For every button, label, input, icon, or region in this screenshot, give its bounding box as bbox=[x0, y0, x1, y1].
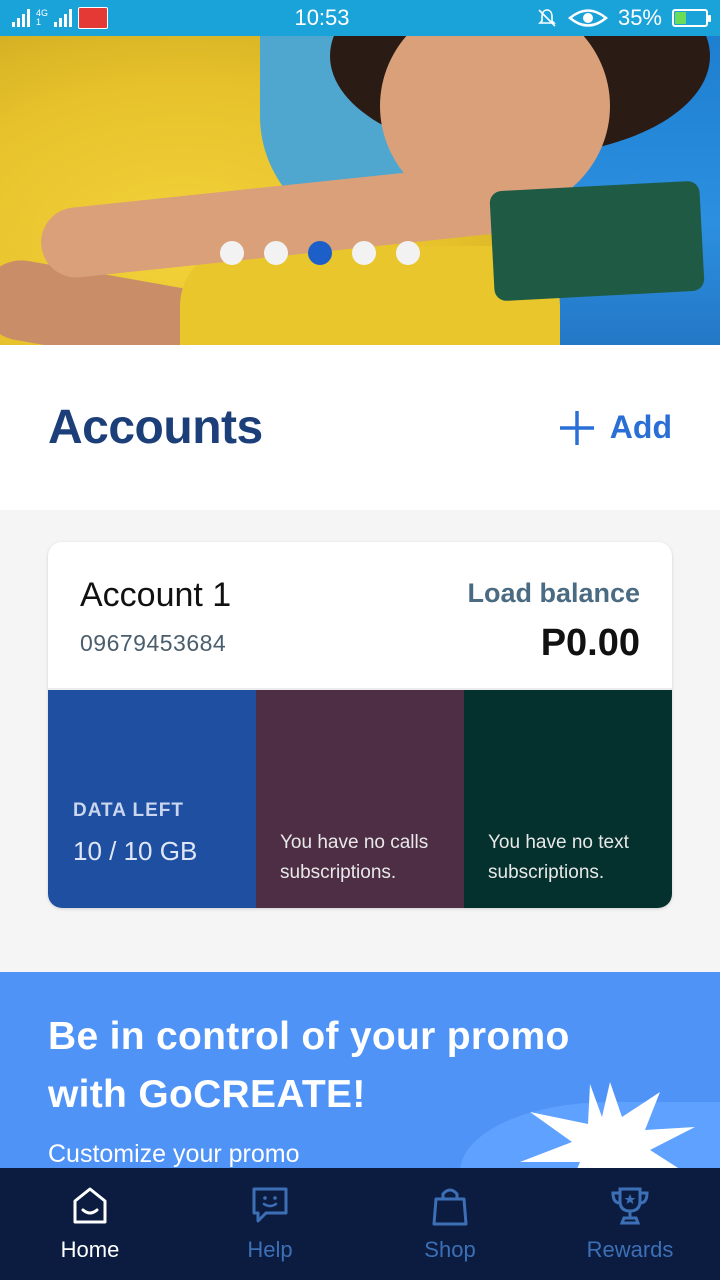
gocreate-promo-banner[interactable]: Be in control of your promo with GoCREAT… bbox=[0, 972, 720, 1168]
network-type-label: 4G 1 bbox=[36, 9, 48, 27]
account-card[interactable]: Account 1 09679453684 Load balance P0.00… bbox=[48, 542, 672, 908]
accounts-title: Accounts bbox=[48, 401, 263, 454]
data-left-value: 10 / 10 GB bbox=[73, 836, 198, 866]
nav-shop[interactable]: Shop bbox=[360, 1168, 540, 1280]
subscription-tiles: DATA LEFT 10 / 10 GB You have no calls s… bbox=[48, 690, 672, 908]
data-tile[interactable]: DATA LEFT 10 / 10 GB bbox=[48, 690, 256, 908]
home-icon bbox=[73, 1187, 107, 1224]
signal-strength-icon bbox=[12, 9, 30, 27]
carousel-dot-1[interactable] bbox=[220, 241, 244, 265]
bottom-navigation: Home Help Shop Rewards bbox=[0, 1168, 720, 1280]
battery-icon bbox=[672, 9, 711, 27]
account-name: Account 1 bbox=[80, 576, 232, 614]
texts-tile[interactable]: You have no text subscriptions. bbox=[464, 690, 672, 908]
accounts-header: Accounts Add bbox=[0, 345, 720, 510]
data-left-label: DATA LEFT bbox=[73, 800, 185, 821]
account-number: 09679453684 bbox=[80, 630, 227, 656]
load-balance-value: P0.00 bbox=[540, 622, 640, 664]
add-account-button[interactable]: Add bbox=[558, 409, 672, 447]
status-right: 35% bbox=[536, 5, 711, 31]
load-balance-label: Load balance bbox=[467, 578, 640, 608]
nav-help-label: Help bbox=[247, 1237, 293, 1262]
carousel-dot-3[interactable] bbox=[308, 241, 332, 265]
nav-home-label: Home bbox=[60, 1237, 120, 1262]
status-bar: 4G 1 10:53 35% bbox=[0, 0, 720, 36]
nav-shop-label: Shop bbox=[424, 1237, 476, 1262]
calls-tile[interactable]: You have no calls subscriptions. bbox=[256, 690, 464, 908]
trophy-icon bbox=[611, 1187, 649, 1225]
nav-rewards-label: Rewards bbox=[586, 1237, 674, 1262]
carousel-dot-5[interactable] bbox=[396, 241, 420, 265]
app-notification-icon bbox=[78, 7, 109, 29]
promo-subtitle: Customize your promo bbox=[48, 1140, 300, 1168]
chat-icon bbox=[252, 1187, 288, 1223]
account-card-header: Account 1 09679453684 Load balance P0.00 bbox=[48, 542, 672, 690]
carousel-indicator bbox=[0, 241, 720, 265]
shopping-bag-icon bbox=[432, 1188, 468, 1226]
signal-strength-icon-2 bbox=[54, 9, 73, 27]
calls-status-text: You have no calls subscriptions. bbox=[280, 832, 429, 883]
carousel-dot-4[interactable] bbox=[352, 241, 376, 265]
add-label: Add bbox=[609, 409, 672, 445]
hero-carousel[interactable] bbox=[0, 36, 720, 345]
promo-title-line-1: Be in control of your promo bbox=[48, 1015, 570, 1058]
status-left: 4G 1 bbox=[12, 7, 109, 29]
nav-rewards[interactable]: Rewards bbox=[540, 1168, 720, 1280]
sim-slot-text: 1 bbox=[36, 17, 42, 27]
promo-title-line-2: with GoCREATE! bbox=[48, 1073, 366, 1116]
carousel-dot-2[interactable] bbox=[264, 241, 288, 265]
nav-help[interactable]: Help bbox=[180, 1168, 360, 1280]
status-time: 10:53 bbox=[294, 5, 350, 30]
battery-fill bbox=[675, 12, 686, 24]
eye-icon bbox=[567, 9, 608, 27]
texts-status-text: You have no text subscriptions. bbox=[488, 832, 629, 883]
nav-home[interactable]: Home bbox=[0, 1168, 180, 1280]
battery-percent: 35% bbox=[617, 5, 662, 30]
plus-icon bbox=[559, 410, 594, 445]
promo-title: Be in control of your promo with GoCREAT… bbox=[48, 1008, 570, 1124]
bell-off-icon bbox=[538, 9, 556, 27]
